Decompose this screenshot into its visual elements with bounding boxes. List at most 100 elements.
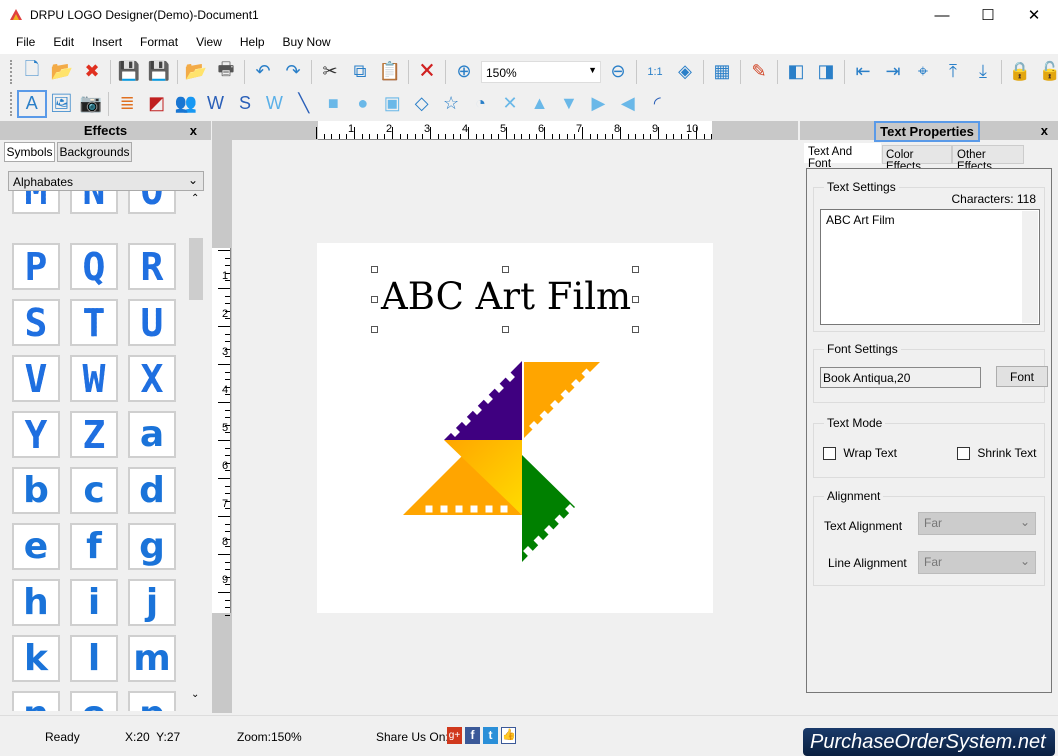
arc-button[interactable]: ◜ (643, 90, 672, 118)
brand-banner[interactable]: PurchaseOrderSystem.net (803, 728, 1055, 756)
diamond-button[interactable]: ◇ (407, 90, 436, 118)
cut-button[interactable]: ✂ (315, 58, 345, 86)
paste-button[interactable]: 📋 (375, 58, 405, 86)
save-button[interactable]: 💾 (114, 58, 144, 86)
zoom-in-button[interactable]: ⊕ (449, 58, 479, 86)
background-button[interactable]: ◩ (142, 90, 171, 118)
symbol-item[interactable]: j (128, 579, 176, 626)
menu-file[interactable]: File (7, 31, 44, 54)
menu-view[interactable]: View (187, 31, 231, 54)
line-button[interactable]: ╲ (289, 90, 318, 118)
align-right-button[interactable]: ⇥ (878, 58, 908, 86)
triangle-button[interactable]: ▲ (525, 90, 554, 118)
toolbar-grip[interactable] (10, 91, 13, 116)
inverted-triangle-button[interactable]: ▼ (554, 90, 583, 118)
ellipse-button[interactable]: ● (348, 90, 377, 118)
camera-button[interactable]: 📷 (76, 90, 105, 118)
wrap-text-checkbox[interactable]: Wrap Text (823, 446, 897, 461)
menu-help[interactable]: Help (231, 31, 274, 54)
edit-properties-button[interactable]: ✎ (744, 58, 774, 86)
design-page[interactable]: ABC Art Film (317, 243, 713, 613)
text-alignment-select[interactable]: Far ⌄ (918, 512, 1036, 535)
close-window-button[interactable]: ✕ (1011, 0, 1057, 31)
insert-image-button[interactable]: 🖼 (47, 90, 76, 118)
symbol-item[interactable]: d (128, 467, 176, 514)
symbol-item[interactable]: i (70, 579, 118, 626)
rectangle-button[interactable]: ■ (319, 90, 348, 118)
like-icon[interactable]: 👍 (501, 727, 516, 744)
scroll-up-icon[interactable]: ⌃ (191, 193, 199, 204)
symbol-item[interactable]: X (128, 355, 176, 402)
symbol-item[interactable]: Y (12, 411, 60, 458)
symbol-item[interactable]: f (70, 523, 118, 570)
new-document-button[interactable]: 🗋 (17, 58, 47, 86)
copy-button[interactable]: ⧉ (345, 58, 375, 86)
grid-button[interactable]: ▦ (707, 58, 737, 86)
symbol-item[interactable]: P (12, 243, 60, 290)
symbol-item[interactable]: Q (70, 243, 118, 290)
google-plus-icon[interactable]: g+ (447, 727, 462, 744)
checkbox-box[interactable] (957, 447, 970, 461)
open-folder-button[interactable]: 📂 (47, 58, 77, 86)
watermark-button[interactable]: W (260, 90, 289, 118)
delete-button[interactable]: 🗙 (412, 58, 442, 86)
text-scrollbar[interactable] (1022, 211, 1038, 323)
align-center-button[interactable]: ⌖ (908, 58, 938, 86)
scroll-down-icon[interactable]: ⌄ (191, 689, 199, 700)
close-document-button[interactable]: ✖ (77, 58, 107, 86)
twitter-icon[interactable]: t (483, 727, 498, 744)
cross-shape-button[interactable]: ✕ (495, 90, 524, 118)
category-dropdown[interactable]: Alphabates ⌄ (8, 171, 204, 191)
symbol-item[interactable]: o (70, 691, 118, 711)
symbol-item[interactable]: W (70, 355, 118, 402)
font-button[interactable]: Font (996, 366, 1048, 387)
symbol-item[interactable]: e (12, 523, 60, 570)
shrink-text-checkbox[interactable]: Shrink Text (957, 446, 1036, 461)
redo-button[interactable]: ↷ (278, 58, 308, 86)
menu-insert[interactable]: Insert (83, 31, 131, 54)
wordart-button[interactable]: W (201, 90, 230, 118)
align-bottom-button[interactable]: ⤓ (968, 58, 998, 86)
menu-format[interactable]: Format (131, 31, 187, 54)
symbol-item[interactable]: p (128, 691, 176, 711)
symbol-item[interactable]: M (12, 191, 60, 214)
align-left-button[interactable]: ⇤ (848, 58, 878, 86)
clipart-button[interactable]: 👥 (171, 90, 200, 118)
zoom-combo[interactable]: 150% ▼ (481, 60, 601, 83)
rounded-rectangle-button[interactable]: ▣ (377, 90, 406, 118)
symbol-item[interactable]: m (128, 635, 176, 682)
minimize-button[interactable]: — (919, 0, 965, 31)
symbol-item[interactable]: V (12, 355, 60, 402)
lock-button[interactable]: 🔒 (1005, 58, 1035, 86)
symbol-item[interactable]: Z (70, 411, 118, 458)
tab-backgrounds[interactable]: Backgrounds (57, 142, 132, 162)
symbol-item[interactable]: R (128, 243, 176, 290)
tab-other-effects[interactable]: Other Effects (952, 145, 1024, 173)
layers-button[interactable]: ≣ (112, 90, 141, 118)
export-button[interactable]: 📂 (181, 58, 211, 86)
symbol-item[interactable]: N (70, 191, 118, 214)
film-logo-graphic[interactable] (317, 243, 713, 613)
text-input[interactable]: ABC Art Film (820, 209, 1040, 325)
symbol-item[interactable]: n (12, 691, 60, 711)
bring-to-front-button[interactable]: ◧ (781, 58, 811, 86)
signature-button[interactable]: S (230, 90, 259, 118)
effects-close-button[interactable]: x (190, 121, 197, 140)
text-tool-button[interactable]: A (16, 89, 47, 118)
unlock-button[interactable]: 🔓 (1035, 58, 1058, 86)
symbol-item[interactable]: U (128, 299, 176, 346)
save-as-button[interactable]: 💾 (144, 58, 174, 86)
symbol-item[interactable]: c (70, 467, 118, 514)
align-top-button[interactable]: ⤒ (938, 58, 968, 86)
symbol-item[interactable]: a (128, 411, 176, 458)
symbol-item[interactable]: S (12, 299, 60, 346)
facebook-icon[interactable]: f (465, 727, 480, 744)
symbol-item[interactable]: O (128, 191, 176, 214)
right-triangle-button[interactable]: ▶ (584, 90, 613, 118)
toolbar-grip[interactable] (10, 59, 13, 84)
maximize-button[interactable]: ☐ (965, 0, 1011, 31)
symbol-item[interactable]: b (12, 467, 60, 514)
tab-color-effects[interactable]: Color Effects (882, 145, 952, 173)
symbol-item[interactable]: h (12, 579, 60, 626)
actual-size-button[interactable]: 1:1 (640, 58, 670, 86)
